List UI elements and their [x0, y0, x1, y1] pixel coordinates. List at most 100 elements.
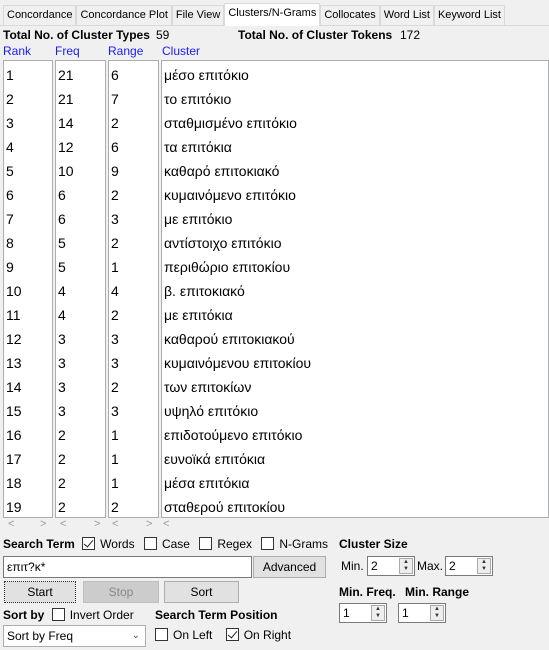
range-cell[interactable]: 3 [109, 207, 158, 231]
rank-cell[interactable]: 3 [4, 111, 52, 135]
rank-cell[interactable]: 15 [4, 399, 52, 423]
rank-cell[interactable]: 9 [4, 255, 52, 279]
min-range-spinner[interactable]: 1 ▲ ▼ [398, 603, 446, 623]
range-cell[interactable]: 1 [109, 423, 158, 447]
range-cell[interactable]: 9 [109, 159, 158, 183]
header-freq[interactable]: Freq [55, 44, 80, 58]
ngrams-checkbox[interactable]: N-Grams [261, 537, 328, 551]
checkbox-icon[interactable] [155, 628, 168, 641]
checkbox-icon[interactable] [225, 628, 239, 641]
freq-cell[interactable]: 3 [56, 351, 105, 375]
cluster-cell[interactable]: μέσο επιτόκιο [162, 63, 548, 87]
tab-collocates[interactable]: Collocates [320, 5, 380, 25]
freq-cell[interactable]: 3 [56, 327, 105, 351]
freq-cell[interactable]: 4 [56, 303, 105, 327]
range-cell[interactable]: 2 [109, 375, 158, 399]
rank-cell[interactable]: 6 [4, 183, 52, 207]
scroll-left-icon[interactable]: < [112, 518, 118, 530]
scroll-right-icon[interactable]: > [40, 518, 46, 530]
rank-cell[interactable]: 14 [4, 375, 52, 399]
cluster-cell[interactable]: καθαρό επιτοκιακό [162, 159, 548, 183]
spinner-arrows-icon[interactable]: ▲ ▼ [399, 558, 413, 574]
cluster-cell[interactable]: με επιτόκια [162, 303, 548, 327]
sort-button[interactable]: Sort [164, 581, 239, 603]
rank-cell[interactable]: 13 [4, 351, 52, 375]
range-cell[interactable]: 3 [109, 327, 158, 351]
search-term-input[interactable]: επιτ?κ* [3, 556, 252, 578]
cluster-cell[interactable]: των επιτοκίων [162, 375, 548, 399]
cluster-cell[interactable]: καθαρού επιτοκιακού [162, 327, 548, 351]
cluster-cell[interactable]: ευνοϊκά επιτόκια [162, 447, 548, 471]
rank-cell[interactable]: 10 [4, 279, 52, 303]
cluster-cell[interactable]: το επιτόκιο [162, 87, 548, 111]
cluster-cell[interactable]: σταθμισμένο επιτόκιο [162, 111, 548, 135]
cluster-cell[interactable]: σταθερού επιτοκίου [162, 495, 548, 519]
checkbox-icon[interactable] [261, 537, 275, 550]
rank-cell[interactable]: 2 [4, 87, 52, 111]
cluster-cell[interactable]: μέσα επιτόκια [162, 471, 548, 495]
range-cell[interactable]: 2 [109, 183, 158, 207]
cluster-cell[interactable]: αντίστοιχο επιτόκιο [162, 231, 548, 255]
checkbox-icon[interactable] [199, 537, 213, 550]
header-cluster[interactable]: Cluster [162, 44, 200, 58]
range-cell[interactable]: 7 [109, 87, 158, 111]
cluster-cell[interactable]: υψηλό επιτόκιο [162, 399, 548, 423]
scroll-left-icon[interactable]: < [8, 518, 14, 530]
cluster-column[interactable]: μέσο επιτόκιο το επιτόκιο σταθμισμένο επιτ… [161, 60, 549, 518]
tab-file-view[interactable]: File View [171, 5, 225, 25]
words-checkbox[interactable]: Words [82, 537, 135, 551]
spinner-arrows-icon[interactable]: ▲ ▼ [371, 605, 385, 621]
tab-keyword-list[interactable]: Keyword List [433, 5, 505, 25]
max-cluster-size-spinner[interactable]: 2 ▲ ▼ [445, 556, 493, 576]
range-cell[interactable]: 2 [109, 231, 158, 255]
cluster-cell[interactable]: κυμαινόμενου επιτοκίου [162, 351, 548, 375]
rank-cell[interactable]: 16 [4, 423, 52, 447]
checkbox-icon[interactable] [51, 608, 65, 621]
spinner-arrows-icon[interactable]: ▲ ▼ [477, 558, 491, 574]
range-cell[interactable]: 1 [109, 471, 158, 495]
rank-cell[interactable]: 5 [4, 159, 52, 183]
case-checkbox[interactable]: Case [143, 537, 190, 551]
freq-cell[interactable]: 5 [56, 255, 105, 279]
range-cell[interactable]: 3 [109, 351, 158, 375]
rank-cell[interactable]: 17 [4, 447, 52, 471]
freq-cell[interactable]: 2 [56, 471, 105, 495]
rank-cell[interactable]: 19 [4, 495, 52, 519]
freq-column[interactable]: 21 21 14 12 10 6 6 5 5 4 4 3 3 3 3 2 2 2 2 [55, 60, 106, 518]
cluster-cell[interactable]: τα επιτόκια [162, 135, 548, 159]
rank-cell[interactable]: 18 [4, 471, 52, 495]
cluster-cell[interactable]: κυμαινόμενο επιτόκιο [162, 183, 548, 207]
freq-cell[interactable]: 21 [56, 87, 105, 111]
regex-checkbox[interactable]: Regex [199, 537, 252, 551]
scroll-left-icon[interactable]: < [60, 518, 66, 530]
rank-cell[interactable]: 1 [4, 63, 52, 87]
start-button[interactable]: Start [4, 581, 76, 603]
rank-cell[interactable]: 11 [4, 303, 52, 327]
cluster-cell[interactable]: με επιτόκιο [162, 207, 548, 231]
min-freq-spinner[interactable]: 1 ▲ ▼ [339, 603, 387, 623]
min-cluster-size-spinner[interactable]: 2 ▲ ▼ [367, 556, 415, 576]
freq-cell[interactable]: 2 [56, 423, 105, 447]
scroll-right-icon[interactable]: > [146, 518, 152, 530]
freq-cell[interactable]: 10 [56, 159, 105, 183]
checkbox-icon[interactable] [82, 537, 96, 550]
range-cell[interactable]: 2 [109, 111, 158, 135]
freq-cell[interactable]: 3 [56, 375, 105, 399]
header-rank[interactable]: Rank [3, 44, 31, 58]
freq-cell[interactable]: 6 [56, 207, 105, 231]
range-cell[interactable]: 6 [109, 135, 158, 159]
range-cell[interactable]: 2 [109, 303, 158, 327]
tab-word-list[interactable]: Word List [379, 5, 434, 25]
freq-cell[interactable]: 12 [56, 135, 105, 159]
range-cell[interactable]: 6 [109, 63, 158, 87]
range-column[interactable]: 6726923214233231112 [108, 60, 159, 518]
checkbox-icon[interactable] [143, 537, 157, 550]
freq-cell[interactable]: 2 [56, 495, 105, 519]
tab-clusters-n-grams[interactable]: Clusters/N-Grams [224, 3, 321, 26]
freq-cell[interactable]: 3 [56, 399, 105, 423]
on-right-checkbox[interactable]: On Right [225, 628, 291, 642]
freq-cell[interactable]: 5 [56, 231, 105, 255]
advanced-button[interactable]: Advanced [253, 556, 326, 578]
cluster-cell[interactable]: β. επιτοκιακό [162, 279, 548, 303]
scroll-left-icon[interactable]: < [163, 518, 169, 530]
